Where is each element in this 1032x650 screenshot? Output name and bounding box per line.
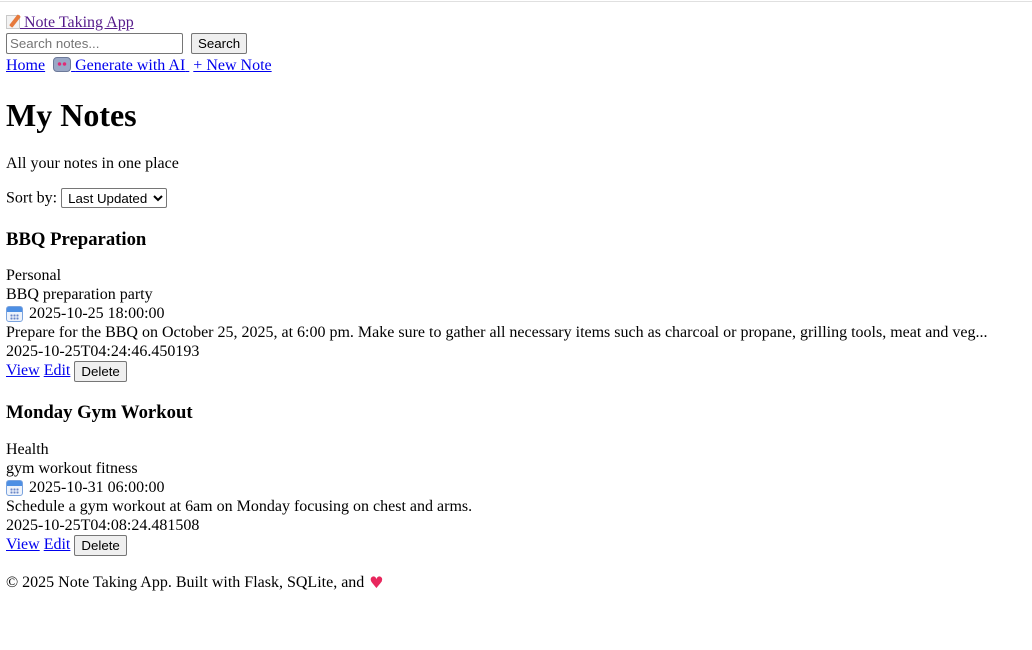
note-card: Monday Gym Workout Health gym workout fi… [6,401,1016,556]
footer: © 2025 Note Taking App. Built with Flask… [6,573,384,593]
note-updated: 2025-10-25T04:24:46.450193 [6,343,200,360]
brand-link[interactable]: Note Taking App [6,14,134,32]
note-delete-button[interactable]: Delete [74,360,127,382]
note-view-link[interactable]: View [6,362,40,380]
note-actions: View Edit Delete [6,534,1016,556]
note-tags: BBQ preparation party [6,286,153,303]
calendar-icon [6,305,23,322]
note-scheduled-value: 2025-10-25 18:00:00 [29,304,165,322]
note-card: BBQ Preparation Personal BBQ preparation… [6,228,1016,382]
nav-generate-ai-label: Generate with AI [75,57,186,74]
note-edit-link[interactable]: Edit [44,536,71,554]
note-delete-button[interactable]: Delete [74,534,127,556]
note-scheduled-value: 2025-10-31 06:00:00 [29,478,165,496]
sort-control: Sort by: Last Updated [6,188,168,209]
note-updated: 2025-10-25T04:08:24.481508 [6,517,200,534]
note-scheduled: 2025-10-25 18:00:00 [6,304,1016,323]
note-title: BBQ Preparation [6,229,147,250]
nav-new-note-link[interactable]: + New Note [193,57,271,74]
search-input[interactable] [6,33,183,54]
nav-generate-ai-link[interactable]: Generate with AI [53,57,189,74]
robot-icon [53,57,72,72]
note-actions: View Edit Delete [6,360,1016,382]
memo-icon [6,15,20,29]
note-scheduled: 2025-10-31 06:00:00 [6,478,1016,497]
note-category: Health [6,441,49,458]
note-excerpt: Prepare for the BBQ on October 25, 2025,… [6,324,988,341]
page-subtitle: All your notes in one place [6,155,179,172]
brand-label: Note Taking App [24,14,134,31]
search-button[interactable]: Search [191,33,248,54]
main-nav: Home Generate with AI + New Note [6,56,276,76]
calendar-icon [6,479,23,496]
top-border [0,1,1032,2]
footer-text: © 2025 Note Taking App. Built with Flask… [6,574,365,591]
note-category: Personal [6,267,62,284]
note-edit-link[interactable]: Edit [44,362,71,380]
note-excerpt: Schedule a gym workout at 6am on Monday … [6,498,473,515]
page-title: My Notes [6,97,137,133]
note-title: Monday Gym Workout [6,402,193,423]
heart-icon: ♥ [369,573,384,592]
note-tags: gym workout fitness [6,460,138,477]
sort-select[interactable]: Last Updated [61,188,168,208]
nav-home-link[interactable]: Home [6,57,45,74]
note-view-link[interactable]: View [6,536,40,554]
search-form: Search [6,33,248,54]
sort-label: Sort by: [6,189,58,207]
